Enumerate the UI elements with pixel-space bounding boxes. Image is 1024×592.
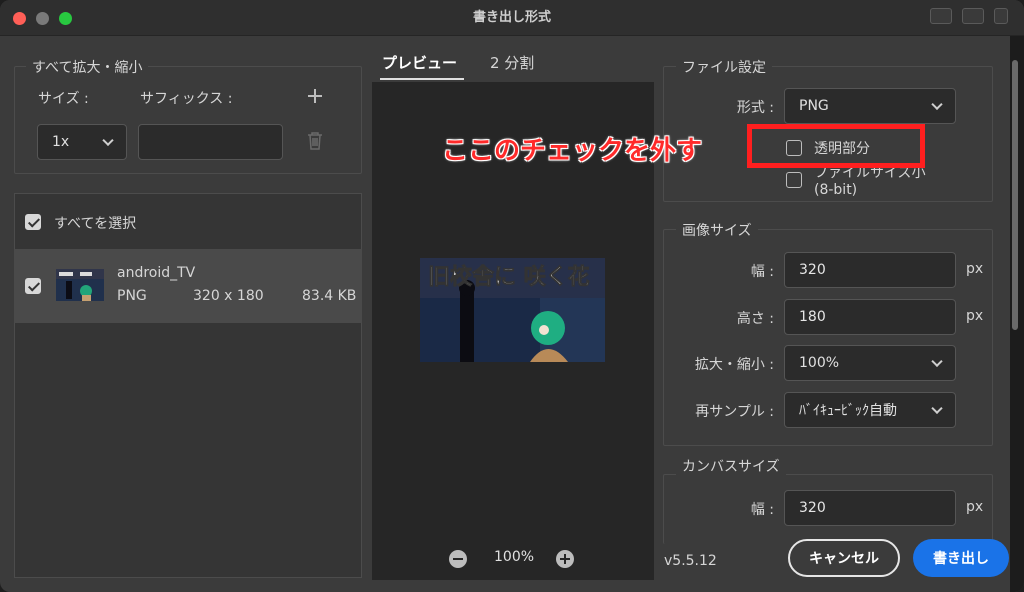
preview-illustration: 旧校舎に 咲く花 [420, 258, 605, 362]
window-title: 書き出し形式 [472, 10, 551, 25]
image-width-label: 幅 : [750, 264, 774, 280]
select-all-label: すべてを選択 [54, 216, 137, 232]
tab-preview[interactable]: プレビュー [382, 52, 457, 73]
annotation-text: ここのチェックを外す [442, 136, 703, 166]
title-bar: 書き出し形式 [0, 0, 1024, 36]
toolbar-button[interactable] [930, 8, 952, 24]
resample-label: 再サンプル : [695, 404, 774, 420]
scale-dropdown[interactable]: 1x [37, 124, 127, 160]
add-icon[interactable] [307, 88, 323, 104]
image-scale-dropdown[interactable]: 100% [784, 345, 956, 381]
chevron-down-icon [931, 98, 943, 111]
format-value: PNG [799, 98, 829, 114]
canvas-width-label: 幅 : [750, 502, 774, 518]
file-settings-title: ファイル設定 [676, 57, 772, 77]
asset-dimensions: 320 x 180 [193, 288, 264, 304]
asset-checkbox[interactable] [25, 278, 41, 294]
preview-image-title: 旧校舎に 咲く花 [428, 264, 590, 290]
zoom-in-button[interactable] [556, 550, 574, 568]
chevron-down-icon [102, 134, 114, 147]
image-size-title: 画像サイズ [676, 220, 758, 240]
cancel-button[interactable]: キャンセル [788, 539, 900, 577]
canvas-width-input[interactable]: 320 [784, 490, 956, 526]
image-height-input[interactable]: 180 [784, 299, 956, 335]
height-unit: px [966, 308, 984, 324]
format-label: 形式 : [736, 100, 774, 116]
image-height-label: 高さ : [736, 311, 774, 327]
suffix-label: サフィックス : [140, 91, 233, 107]
toolbar-button[interactable] [962, 8, 984, 24]
active-tab-indicator [380, 78, 464, 80]
asset-name: android_TV [117, 265, 196, 281]
image-scale-label: 拡大・縮小 : [694, 357, 774, 373]
scale-value: 1x [52, 134, 70, 150]
smaller-file-checkbox[interactable] [786, 172, 802, 188]
format-dropdown[interactable]: PNG [784, 88, 956, 124]
version-label: v5.5.12 [664, 553, 717, 569]
resample-value: ﾊﾞｲｷｭｰﾋﾞｯｸ自動 [799, 403, 897, 419]
annotation-highlight-box [747, 124, 925, 168]
smaller-file-sublabel: (8-bit) [814, 182, 858, 198]
image-width-input[interactable]: 320 [784, 252, 956, 288]
zoom-out-button[interactable] [449, 550, 467, 568]
resample-dropdown[interactable]: ﾊﾞｲｷｭｰﾋﾞｯｸ自動 [784, 392, 956, 428]
asset-thumbnail [56, 269, 104, 301]
size-label: サイズ : [38, 91, 89, 107]
toolbar-button[interactable] [994, 8, 1008, 24]
chevron-down-icon [931, 355, 943, 368]
canvas-size-title: カンバスサイズ [676, 456, 786, 476]
chevron-down-icon [931, 402, 943, 415]
export-as-dialog: 書き出し形式 すべて拡大・縮小 サイズ : サフィックス : 1x すべてを選択… [0, 0, 1024, 592]
canvas-width-unit: px [966, 499, 984, 515]
preview-image: 旧校舎に 咲く花 [420, 258, 605, 362]
image-scale-value: 100% [799, 355, 840, 371]
select-all-checkbox[interactable] [25, 214, 41, 230]
scrollbar[interactable] [1012, 60, 1018, 330]
export-button[interactable]: 書き出し [913, 539, 1009, 577]
scale-all-title: すべて拡大・縮小 [26, 57, 149, 77]
asset-filesize: 83.4 KB [302, 288, 357, 304]
tab-2-up[interactable]: 2 分割 [490, 52, 534, 73]
width-unit: px [966, 261, 984, 277]
asset-format: PNG [117, 288, 147, 304]
trash-icon[interactable] [306, 131, 324, 151]
suffix-input[interactable] [138, 124, 283, 160]
zoom-level: 100% [494, 549, 535, 565]
